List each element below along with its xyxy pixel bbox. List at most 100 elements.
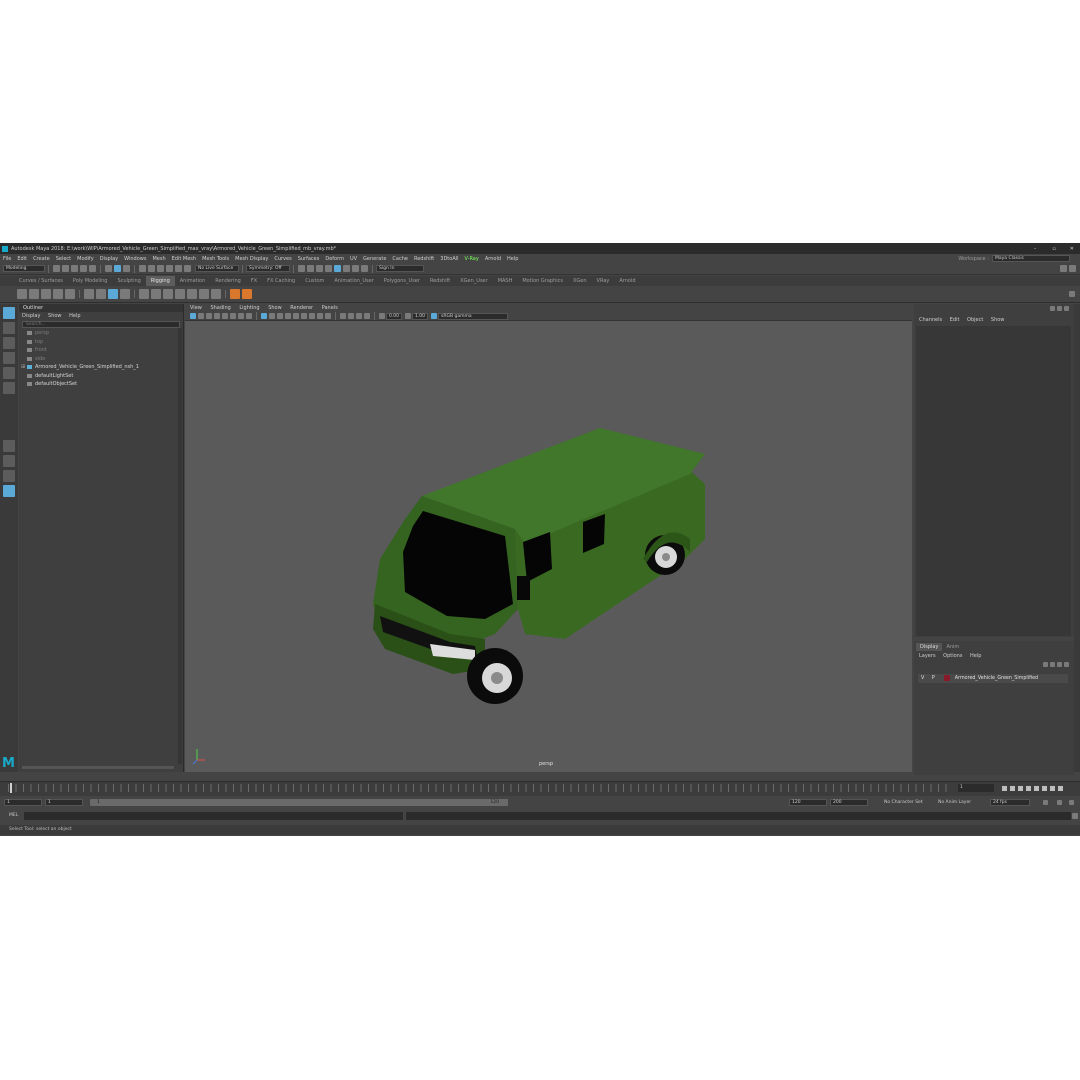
snap-surface-icon[interactable]	[175, 265, 182, 272]
ipr-render-icon[interactable]	[316, 265, 323, 272]
paint-weights-icon[interactable]	[96, 289, 106, 299]
workspace-dropdown[interactable]: Maya Classic	[992, 255, 1070, 262]
menu-display[interactable]: Display	[97, 256, 121, 262]
move-layer-down-icon[interactable]	[1050, 662, 1055, 667]
create-locator-icon[interactable]	[230, 289, 240, 299]
layer-visibility-toggle[interactable]: V	[921, 676, 924, 681]
hypershade-icon[interactable]	[334, 265, 341, 272]
step-back-key-icon[interactable]	[1009, 786, 1015, 791]
shelf-tab-animation-user[interactable]: Animation_User	[329, 276, 378, 286]
viewport-panel[interactable]: View Shading Lighting Show Renderer Pane…	[185, 304, 912, 772]
live-surface-field[interactable]: No Live Surface	[195, 265, 239, 272]
play-forward-icon[interactable]	[1033, 786, 1039, 791]
channel-box-toggle-icon[interactable]	[1050, 306, 1055, 311]
ik-handle-icon[interactable]	[29, 289, 39, 299]
outliner-search-input[interactable]: Search...	[22, 321, 180, 328]
shelf-tab-arnold[interactable]: Arnold	[614, 276, 640, 286]
paint-select-tool-icon[interactable]	[3, 337, 15, 349]
orient-constraint-icon[interactable]	[163, 289, 173, 299]
side-tabs[interactable]	[1074, 304, 1080, 772]
bind-skin-icon[interactable]	[84, 289, 94, 299]
shelf-tab-poly-modeling[interactable]: Poly Modeling	[68, 276, 113, 286]
menu-mesh-display[interactable]: Mesh Display	[232, 256, 271, 262]
menu-generate[interactable]: Generate	[360, 256, 389, 262]
render-view-icon[interactable]	[298, 265, 305, 272]
select-tool-icon[interactable]	[3, 307, 15, 319]
shelf-tab-fx[interactable]: FX	[246, 276, 262, 286]
new-layer-selected-icon[interactable]	[1064, 662, 1069, 667]
move-tool-icon[interactable]	[3, 352, 15, 364]
toggle-panel-icon[interactable]	[1060, 265, 1067, 272]
create-joint-icon[interactable]	[242, 289, 252, 299]
end-time-field[interactable]: 200	[830, 799, 868, 806]
new-layer-icon[interactable]	[1057, 662, 1062, 667]
new-scene-icon[interactable]	[53, 265, 60, 272]
shelf-tab-rigging[interactable]: Rigging	[145, 276, 175, 286]
menu-mesh-tools[interactable]: Mesh Tools	[199, 256, 232, 262]
lock-icon[interactable]	[1069, 265, 1076, 272]
channel-box-menu-object[interactable]: Object	[967, 317, 983, 323]
cluster-icon[interactable]	[120, 289, 130, 299]
expand-icon[interactable]: ⊞	[21, 363, 25, 372]
render-frame-icon[interactable]	[307, 265, 314, 272]
menu-edit-mesh[interactable]: Edit Mesh	[169, 256, 199, 262]
command-language-label[interactable]: MEL	[9, 813, 18, 818]
current-frame-field[interactable]: 1	[958, 784, 994, 792]
shelf-tab-xgen-user[interactable]: XGen_User	[455, 276, 492, 286]
close-button[interactable]: ✕	[1064, 246, 1080, 252]
maximize-button[interactable]: ▫	[1044, 246, 1063, 252]
move-layer-up-icon[interactable]	[1043, 662, 1048, 667]
auto-key-icon[interactable]	[1043, 800, 1048, 805]
select-component-icon[interactable]	[123, 265, 130, 272]
layer-color-swatch[interactable]	[944, 674, 951, 681]
step-forward-key-icon[interactable]	[1049, 786, 1055, 791]
outliner-item-front[interactable]: front	[19, 346, 183, 355]
shelf-tab-motion-graphics[interactable]: Motion Graphics	[517, 276, 568, 286]
select-object-icon[interactable]	[114, 265, 121, 272]
sign-in-button[interactable]: Sign In	[376, 265, 424, 272]
channel-box-content[interactable]	[916, 326, 1071, 636]
shelf-tab-vray[interactable]: VRay	[592, 276, 615, 286]
mode-dropdown[interactable]: Modeling	[3, 265, 45, 272]
outliner-item-default-object-set[interactable]: defaultObjectSet	[19, 380, 183, 389]
shelf-tab-fx-caching[interactable]: FX Caching	[262, 276, 300, 286]
shelf-settings-icon[interactable]	[1069, 291, 1075, 297]
shelf-tab-redshift[interactable]: Redshift	[425, 276, 455, 286]
point-constraint-icon[interactable]	[139, 289, 149, 299]
layer-menu-layers[interactable]: Layers	[919, 653, 936, 659]
scale-constraint-icon[interactable]	[175, 289, 185, 299]
outliner-hscrollbar[interactable]	[22, 766, 174, 769]
outliner-menu-display[interactable]: Display	[22, 313, 40, 319]
single-pane-layout-icon[interactable]	[3, 440, 15, 452]
tool-settings-toggle-icon[interactable]	[1064, 306, 1069, 311]
outliner-menu-show[interactable]: Show	[48, 313, 62, 319]
lattice-icon[interactable]	[108, 289, 118, 299]
outliner-menu-help[interactable]: Help	[69, 313, 80, 319]
play-backward-icon[interactable]	[1025, 786, 1031, 791]
character-set-field[interactable]: No Character Set	[884, 800, 923, 805]
menu-uv[interactable]: UV	[347, 256, 360, 262]
channel-box-menu-channels[interactable]: Channels	[919, 317, 942, 323]
step-back-frame-icon[interactable]	[1017, 786, 1023, 791]
command-input[interactable]	[24, 812, 403, 820]
playback-start-field[interactable]: 1	[45, 799, 83, 806]
outliner-item-persp[interactable]: persp	[19, 329, 183, 338]
joint-tool-icon[interactable]	[17, 289, 27, 299]
parent-constraint-icon[interactable]	[187, 289, 197, 299]
snap-point-icon[interactable]	[157, 265, 164, 272]
start-time-field[interactable]: 1	[4, 799, 42, 806]
mirror-joint-icon[interactable]	[65, 289, 75, 299]
menu-vray[interactable]: V-Ray	[462, 256, 482, 262]
anim-layer-field[interactable]: No Anim Layer	[938, 800, 971, 805]
select-hierarchy-icon[interactable]	[105, 265, 112, 272]
fps-dropdown[interactable]: 24 fps	[990, 799, 1030, 806]
menu-3dtoall[interactable]: 3DtoAll	[437, 256, 461, 262]
vray-fb-icon[interactable]	[361, 265, 368, 272]
shelf-tab-sculpting[interactable]: Sculpting	[112, 276, 145, 286]
open-scene-icon[interactable]	[62, 265, 69, 272]
menu-mesh[interactable]: Mesh	[149, 256, 168, 262]
playback-options-icon[interactable]	[1057, 800, 1062, 805]
anim-prefs-icon[interactable]	[1069, 800, 1074, 805]
outliner-item-vehicle[interactable]: ⊞ Armored_Vehicle_Green_Simplified_nsh_1	[19, 363, 183, 372]
menu-deform[interactable]: Deform	[322, 256, 347, 262]
